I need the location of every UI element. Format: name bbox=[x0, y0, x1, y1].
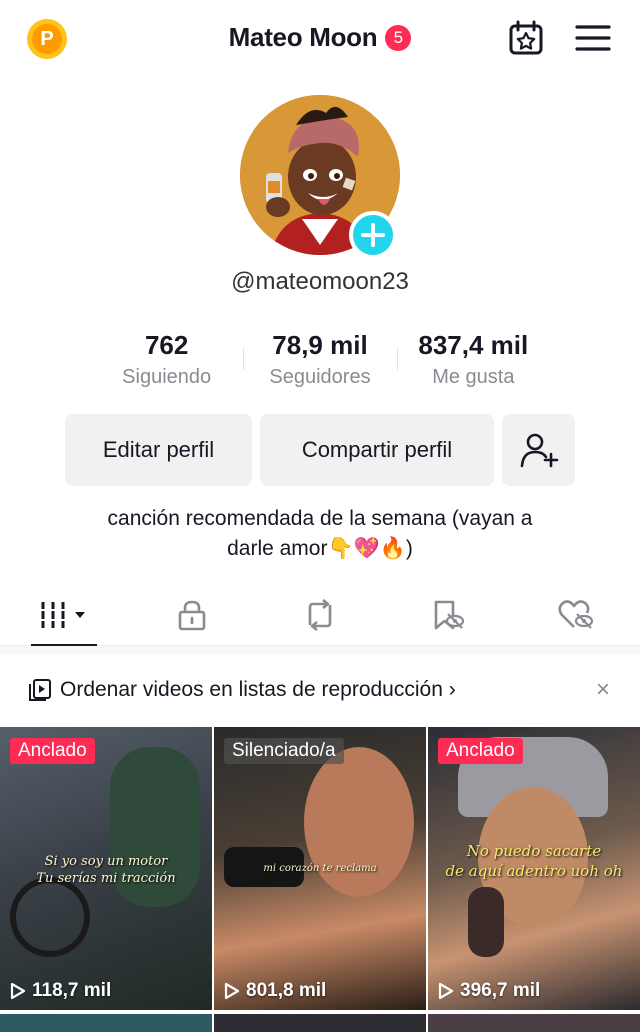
play-icon bbox=[10, 982, 26, 1000]
video-thumbnail[interactable]: Silenciado/a mi corazón te reclama 801,8… bbox=[214, 727, 426, 1010]
view-count-value: 801,8 mil bbox=[246, 980, 327, 1001]
top-bar: P Mateo Moon 5 bbox=[0, 0, 640, 80]
lock-icon bbox=[178, 600, 206, 631]
pinned-badge: Anclado bbox=[10, 738, 95, 764]
tab-liked[interactable] bbox=[512, 584, 640, 646]
caption-line: Si yo soy un motor bbox=[44, 854, 168, 869]
playlist-banner-label: Ordenar videos en listas de reproducción bbox=[60, 678, 443, 701]
following-count: 762 bbox=[144, 330, 189, 360]
video-caption: Si yo soy un motor Tu serías mi tracción bbox=[0, 853, 212, 887]
add-friend-icon bbox=[520, 433, 558, 468]
bio-line: darle amor👇💖🔥) bbox=[227, 537, 413, 560]
bio-line: canción recomendada de la semana (vayan … bbox=[107, 507, 533, 530]
video-thumbnail[interactable] bbox=[214, 1014, 426, 1032]
view-count-value: 118,7 mil bbox=[32, 980, 112, 1001]
menu-icon[interactable] bbox=[575, 22, 611, 54]
notification-badge: 5 bbox=[385, 24, 412, 51]
add-avatar-button[interactable] bbox=[349, 211, 397, 259]
share-profile-button[interactable]: Compartir perfil bbox=[260, 414, 494, 486]
add-friends-button[interactable] bbox=[502, 414, 575, 486]
video-thumbnail[interactable] bbox=[0, 1014, 212, 1032]
likes-count: 837,4 mil bbox=[418, 330, 529, 360]
muted-badge: Silenciado/a bbox=[224, 738, 344, 764]
profile-stats: 762 Siguiendo 78,9 mil Seguidores 837,4 … bbox=[90, 328, 550, 398]
video-caption: No puedo sacarte de aquí adentro uoh oh bbox=[428, 841, 640, 881]
pinned-badge: Anclado bbox=[438, 738, 523, 764]
content-tabs bbox=[0, 584, 640, 647]
likes-stat[interactable]: 837,4 mil Me gusta bbox=[397, 328, 550, 398]
playlist-banner[interactable]: Ordenar videos en listas de reproducción… bbox=[0, 646, 640, 726]
caption-line: No puedo sacarte bbox=[466, 842, 602, 860]
tab-private[interactable] bbox=[128, 584, 256, 646]
tab-videos[interactable] bbox=[0, 584, 128, 647]
stat-divider bbox=[243, 348, 244, 370]
video-thumbnail[interactable]: Anclado Si yo soy un motor Tu serías mi … bbox=[0, 727, 212, 1010]
thumbnail-wheel bbox=[10, 877, 90, 957]
calendar-star-icon[interactable] bbox=[508, 20, 544, 56]
tab-reposts[interactable] bbox=[256, 584, 384, 646]
view-count-value: 396,7 mil bbox=[460, 980, 541, 1001]
thumbnail-microphone bbox=[468, 887, 504, 957]
video-grid: Anclado Si yo soy un motor Tu serías mi … bbox=[0, 727, 640, 1032]
followers-stat[interactable]: 78,9 mil Seguidores bbox=[243, 328, 396, 398]
playlist-banner-text: Ordenar videos en listas de reproducción… bbox=[60, 678, 456, 702]
stat-divider bbox=[397, 348, 398, 370]
view-count: 396,7 mil bbox=[438, 980, 540, 1002]
thumbnail-face bbox=[304, 747, 414, 897]
likes-label: Me gusta bbox=[432, 366, 515, 388]
playlist-icon bbox=[29, 679, 51, 701]
view-count: 801,8 mil bbox=[224, 980, 326, 1002]
repost-icon bbox=[308, 599, 332, 631]
plus-icon bbox=[361, 223, 385, 247]
profile-handle: @mateomoon23 bbox=[231, 268, 409, 295]
followers-label: Seguidores bbox=[269, 366, 371, 388]
play-icon bbox=[224, 982, 240, 1000]
close-icon[interactable]: × bbox=[596, 676, 610, 704]
caption-line: de aquí adentro uoh oh bbox=[445, 862, 623, 880]
view-count: 118,7 mil bbox=[10, 980, 111, 1002]
video-thumbnail[interactable]: Anclado No puedo sacarte de aquí adentro… bbox=[428, 727, 640, 1010]
profile-bio: canción recomendada de la semana (vayan … bbox=[60, 504, 580, 564]
heart-hidden-icon bbox=[558, 600, 594, 629]
following-stat[interactable]: 762 Siguiendo bbox=[90, 328, 243, 398]
video-caption: mi corazón te reclama bbox=[263, 863, 377, 874]
grid-icon bbox=[39, 602, 85, 628]
edit-profile-button[interactable]: Editar perfil bbox=[65, 414, 252, 486]
caption-line: Tu serías mi tracción bbox=[36, 871, 176, 886]
play-icon bbox=[438, 982, 454, 1000]
tab-saved[interactable] bbox=[384, 584, 512, 646]
video-thumbnail[interactable] bbox=[428, 1014, 640, 1032]
following-label: Siguiendo bbox=[122, 366, 212, 388]
profile-title: Mateo Moon bbox=[228, 22, 378, 52]
chevron-right-icon: › bbox=[448, 678, 456, 701]
account-switcher[interactable]: Mateo Moon 5 bbox=[0, 22, 640, 53]
followers-count: 78,9 mil bbox=[272, 330, 368, 360]
bookmark-hidden-icon bbox=[434, 600, 465, 630]
